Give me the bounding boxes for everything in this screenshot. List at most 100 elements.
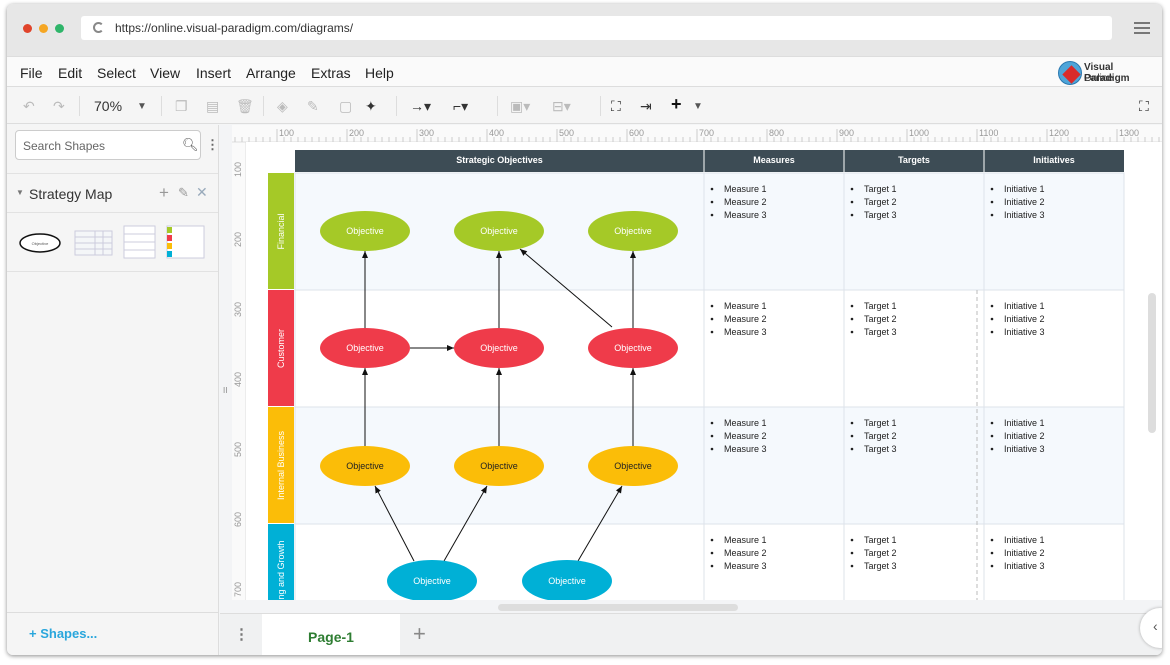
ruler-label: 100 — [279, 128, 294, 138]
shadow-icon[interactable]: ▢ — [339, 98, 352, 115]
url-text: https://online.visual-paradigm.com/diagr… — [115, 21, 354, 35]
header-3: Initiatives — [1033, 155, 1075, 165]
menu-extras[interactable]: Extras — [311, 65, 351, 81]
menu-help[interactable]: Help — [365, 65, 394, 81]
edit-icon[interactable]: ✎ — [178, 185, 189, 201]
app-window: https://online.visual-paradigm.com/diagr… — [7, 4, 1162, 655]
measures-item: Measure 3 — [724, 327, 767, 337]
menu-view[interactable]: View — [150, 65, 180, 81]
lane-shape-thumb[interactable] — [123, 225, 156, 259]
ruler-label: 1100 — [979, 128, 998, 138]
fullscreen-icon[interactable]: ⛶ — [1139, 98, 1149, 115]
zoom-dropdown-icon[interactable]: ▼ — [137, 101, 147, 112]
lane-label: Internal Business — [276, 430, 286, 500]
objective-node[interactable]: Objective — [454, 211, 544, 251]
add-page-icon[interactable]: + — [413, 621, 426, 647]
line-color-icon[interactable]: ✎ — [307, 98, 319, 115]
reload-icon[interactable] — [93, 22, 104, 33]
measures-item: Measure 1 — [724, 418, 767, 428]
more-shapes-button[interactable]: + Shapes... — [7, 612, 218, 655]
copy-icon[interactable]: ❐ — [175, 98, 188, 115]
collapse-panel-button[interactable]: ‹ — [1140, 608, 1162, 648]
fill-color-icon[interactable]: ◈ — [277, 98, 288, 115]
vertical-scrollbar[interactable] — [1148, 293, 1156, 433]
strategy-map-shape-thumb[interactable] — [166, 225, 205, 259]
objective-node[interactable]: Objective — [320, 328, 410, 368]
page-tab[interactable]: Page-1 — [262, 614, 400, 655]
targets-item: Target 2 — [864, 548, 897, 558]
zoom-select[interactable]: 70% — [94, 98, 122, 114]
page-menu-icon[interactable]: ⋮ — [234, 625, 249, 643]
targets-item: Target 1 — [864, 418, 897, 428]
visual-paradigm-logo[interactable]: Visual Paradigm Online — [1058, 60, 1158, 86]
table-shape-thumb[interactable] — [74, 230, 113, 256]
browser-menu-icon[interactable] — [1134, 22, 1150, 34]
menu-edit[interactable]: Edit — [58, 65, 82, 81]
initiatives-item: Initiative 3 — [1004, 210, 1045, 220]
redo-icon[interactable]: ↷ — [53, 98, 65, 115]
close-dot[interactable] — [23, 24, 32, 33]
align-icon[interactable]: ⊟▾ — [552, 98, 571, 115]
delete-icon[interactable]: 🗑 — [236, 98, 254, 115]
menu-file[interactable]: File — [20, 65, 43, 81]
ruler-label: 200 — [349, 128, 364, 138]
objective-node[interactable]: Objective — [588, 211, 678, 251]
search-shapes-input[interactable]: Search Shapes — [15, 130, 201, 160]
format-painter-icon[interactable]: ✦ — [365, 98, 377, 115]
targets-item: Target 2 — [864, 314, 897, 324]
diagram-canvas[interactable]: 100 200 300 400 500 600 700 800 900 1000 1100 1200 1… — [213, 125, 1162, 642]
address-bar[interactable]: https://online.visual-paradigm.com/diagr… — [81, 16, 1112, 40]
minimize-dot[interactable] — [39, 24, 48, 33]
header-0: Strategic Objectives — [456, 155, 543, 165]
ruler-label: 500 — [233, 442, 243, 457]
connector-style-icon[interactable]: →▾ — [410, 98, 431, 115]
targets-item: Target 3 — [864, 210, 897, 220]
paste-icon[interactable]: ▤ — [206, 98, 219, 115]
waypoint-style-icon[interactable]: ⌐▾ — [453, 98, 468, 115]
ruler-label: 400 — [233, 372, 243, 387]
insert-plus-icon[interactable]: + — [671, 94, 682, 115]
insert-dropdown-icon[interactable]: ▼ — [693, 101, 703, 112]
initiatives-item: Initiative 2 — [1004, 197, 1045, 207]
targets-item: Target 2 — [864, 197, 897, 207]
objective-node[interactable]: Objective — [320, 446, 410, 486]
menu-insert[interactable]: Insert — [196, 65, 231, 81]
maximize-dot[interactable] — [55, 24, 64, 33]
objective-label: Objective — [614, 226, 652, 236]
close-icon[interactable]: ✕ — [196, 184, 208, 201]
objective-node[interactable]: Objective — [588, 446, 678, 486]
ruler-label: 500 — [559, 128, 574, 138]
objective-node[interactable]: Objective — [588, 328, 678, 368]
search-icon[interactable]: 🔍︎ — [182, 137, 199, 153]
measures-item: Measure 3 — [724, 444, 767, 454]
objective-shape-thumb[interactable]: Objective — [19, 233, 61, 253]
menu-bar: File Edit Select View Insert Arrange Ext… — [7, 56, 1162, 87]
arrange-front-icon[interactable]: ▣▾ — [510, 98, 530, 115]
undo-icon[interactable]: ↶ — [23, 98, 35, 115]
fit-page-icon[interactable]: ⇥ — [640, 98, 652, 115]
strategy-map-section-header[interactable]: ▼ Strategy Map + ✎ ✕ — [7, 173, 218, 213]
objective-label: Objective — [413, 576, 451, 586]
ruler-label: 700 — [699, 128, 714, 138]
targets-item: Target 2 — [864, 431, 897, 441]
objective-label: Objective — [480, 343, 518, 353]
svg-text:Objective: Objective — [32, 241, 49, 246]
initiatives-item: Initiative 3 — [1004, 327, 1045, 337]
objective-label: Objective — [614, 461, 652, 471]
ruler-label: 200 — [233, 232, 243, 247]
horizontal-scrollbar[interactable] — [498, 604, 738, 611]
objective-node[interactable]: Objective — [320, 211, 410, 251]
initiatives-item: Initiative 2 — [1004, 314, 1045, 324]
measures-item: Measure 3 — [724, 210, 767, 220]
objective-node[interactable]: Objective — [454, 328, 544, 368]
objective-node[interactable]: Objective — [522, 560, 612, 602]
more-options-icon[interactable]: ⋮ — [206, 137, 219, 153]
add-icon[interactable]: + — [159, 183, 169, 203]
fit-selection-icon[interactable]: ⛶ — [611, 98, 621, 115]
objective-node[interactable]: Objective — [387, 560, 477, 602]
objective-node[interactable]: Objective — [454, 446, 544, 486]
menu-arrange[interactable]: Arrange — [246, 65, 296, 81]
page-bar: ⋮ Page-1 + ‹ — [220, 608, 1162, 655]
menu-select[interactable]: Select — [97, 65, 136, 81]
collapse-icon[interactable]: ▼ — [16, 188, 24, 197]
